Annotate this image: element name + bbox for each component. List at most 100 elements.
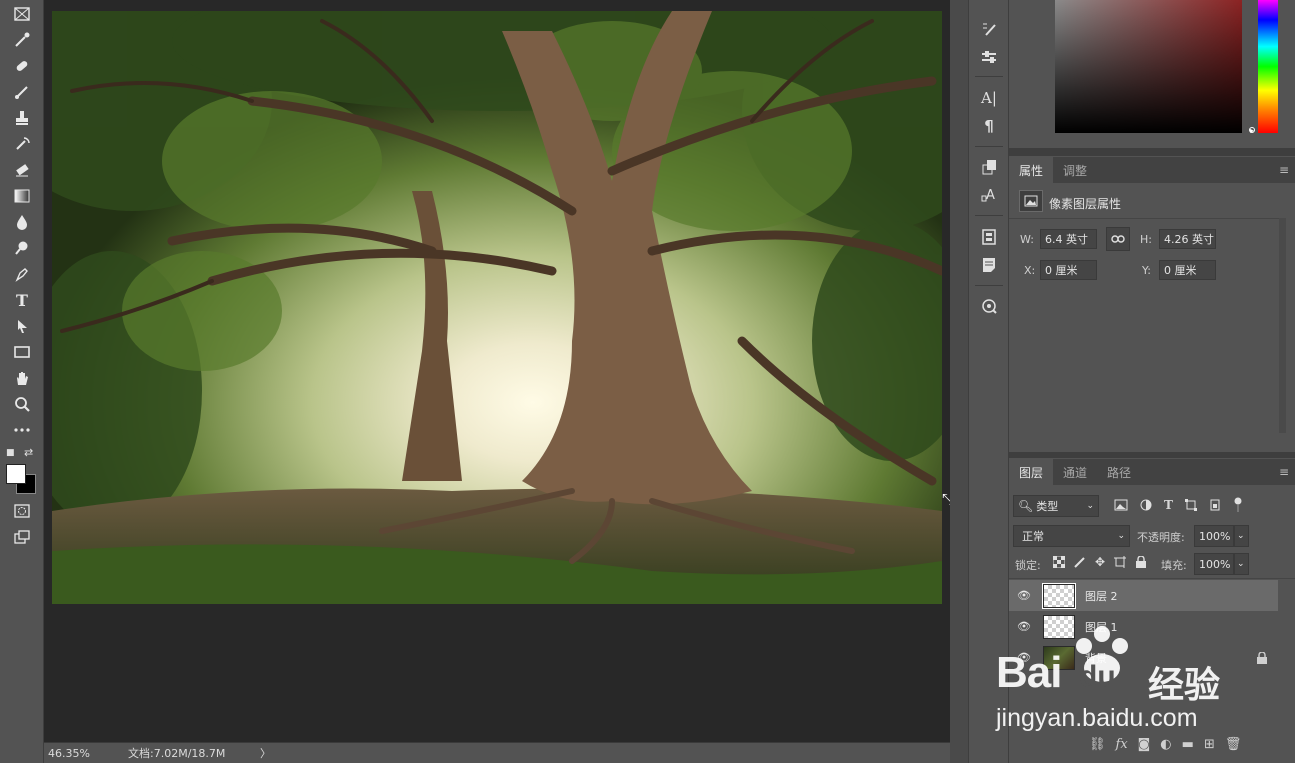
blend-mode-value: 正常 [1022,530,1044,543]
eyedropper-tool-icon[interactable] [10,29,34,51]
status-bar: 46.35% 文档:7.02M/18.7M 〉 [44,742,950,763]
screen-mode-icon[interactable] [10,526,34,548]
x-field[interactable]: 0 厘米 [1040,260,1097,280]
tab-channels[interactable]: 通道 [1053,459,1097,485]
brush-settings-icon[interactable] [978,18,1000,40]
height-field[interactable]: 4.26 英寸 [1159,229,1216,249]
swap-colors-icon[interactable]: ⇄ [24,446,33,459]
fill-dropdown-icon[interactable]: ⌄ [1234,553,1249,575]
canvas-area[interactable]: ⤡ [44,0,954,742]
tab-adjustments[interactable]: 调整 [1053,157,1097,183]
layers-menu-icon[interactable]: ≡ [1279,465,1289,479]
hue-slider[interactable] [1258,0,1278,133]
filter-type-icon[interactable]: T [1164,498,1173,512]
baidu-watermark: Bai du 经验 jingyan.baidu.com [992,620,1232,740]
document-image[interactable] [52,11,942,604]
filter-toggle-icon[interactable] [1233,497,1243,513]
document-size: 文档:7.02M/18.7M [128,747,226,760]
3d-icon[interactable] [978,295,1000,317]
filter-pixel-icon[interactable] [1114,499,1128,511]
chevron-down-icon: ⌄ [1117,531,1125,541]
lock-label: 锁定: [1015,559,1041,572]
properties-tabs: 属性 调整 ≡ [1009,157,1295,183]
chain-link-icon [1111,235,1125,243]
quick-mask-icon[interactable] [10,500,34,522]
character-styles-icon[interactable] [978,156,1000,178]
history-brush-tool-icon[interactable] [10,133,34,155]
layer-filter-icons: T [1114,497,1243,513]
healing-brush-tool-icon[interactable] [10,55,34,77]
blend-mode-select[interactable]: 正常 ⌄ [1013,525,1130,547]
frame-tool-icon[interactable] [10,3,34,25]
properties-menu-icon[interactable]: ≡ [1279,163,1289,177]
tab-layers[interactable]: 图层 [1009,459,1054,485]
layer-row[interactable]: 👁︎ 图层 2 [1009,580,1278,611]
notes-icon[interactable] [978,254,1000,276]
gradient-tool-icon[interactable] [10,185,34,207]
properties-scrollbar[interactable] [1279,218,1286,433]
libraries-icon[interactable] [978,226,1000,248]
type-tool-icon[interactable]: T [10,289,34,311]
eraser-tool-icon[interactable] [10,159,34,181]
filter-adjustment-icon[interactable] [1140,499,1152,511]
properties-title: 像素图层属性 [1049,197,1122,211]
layer-lock-icon [1257,651,1267,664]
color-picker-field[interactable] [1055,0,1242,133]
hue-slider-marker-icon[interactable]: ▸ [1250,126,1254,135]
more-tools-icon[interactable] [10,419,34,441]
y-label: Y: [1142,264,1151,277]
layer-filter-select[interactable]: 🔍︎ 类型 ⌄ [1013,495,1099,517]
link-dimensions-button[interactable] [1106,227,1130,251]
layer-thumbnail [1042,582,1076,609]
svg-text:A: A [986,188,995,203]
opacity-label: 不透明度: [1137,531,1185,544]
width-field[interactable]: 6.4 英寸 [1040,229,1097,249]
layers-tabs: 图层 通道 路径 ≡ [1009,459,1295,485]
watermark-brand2: du [1079,660,1116,693]
blur-tool-icon[interactable] [10,211,34,233]
lock-artboard-icon[interactable] [1114,556,1127,568]
dodge-tool-icon[interactable] [10,237,34,259]
tab-paths[interactable]: 路径 [1097,459,1141,485]
filter-shape-icon[interactable] [1184,499,1197,511]
paragraph-icon[interactable]: ¶ [978,115,1000,137]
foreground-color-swatch[interactable] [6,464,26,484]
x-label: X: [1024,264,1036,277]
opacity-field[interactable]: 100% [1194,525,1234,547]
fill-field[interactable]: 100% [1194,553,1234,575]
hand-tool-icon[interactable] [10,367,34,389]
lock-icons: ✥ [1053,555,1147,569]
paragraph-styles-icon[interactable]: A [978,184,1000,206]
character-icon[interactable]: A| [978,87,1000,109]
default-colors-icon[interactable]: ■ [6,448,15,458]
clone-stamp-tool-icon[interactable] [10,107,34,129]
filter-smart-object-icon[interactable] [1209,499,1221,511]
visibility-eye-icon[interactable]: 👁︎ [1009,589,1039,602]
y-field[interactable]: 0 厘米 [1159,260,1216,280]
watermark-url: jingyan.baidu.com [996,704,1198,732]
zoom-tool-icon[interactable] [10,393,34,415]
chevron-down-icon: ⌄ [1086,501,1094,511]
rectangle-tool-icon[interactable] [10,341,34,363]
status-menu-arrow[interactable]: 〉 [260,745,271,761]
width-label: W: [1020,233,1034,246]
brush-tool-icon[interactable] [10,81,34,103]
height-label: H: [1140,233,1152,246]
tools-panel: T ■ ⇄ [0,0,44,763]
fill-label: 填充: [1161,559,1187,572]
pen-tool-icon[interactable] [10,263,34,285]
zoom-level[interactable]: 46.35% [44,747,114,760]
lock-transparent-icon[interactable] [1053,556,1065,568]
adjustments-icon[interactable] [978,46,1000,68]
opacity-dropdown-icon[interactable]: ⌄ [1234,525,1249,547]
vertical-scrollbar[interactable] [950,0,968,763]
watermark-cn: 经验 [1148,665,1221,706]
layer-filter-value: 类型 [1036,500,1059,513]
tab-properties[interactable]: 属性 [1009,157,1054,183]
lock-all-icon[interactable] [1135,556,1147,568]
watermark-brand: Bai [996,648,1062,697]
layer-name[interactable]: 图层 2 [1085,588,1118,604]
lock-pixels-icon[interactable] [1074,556,1086,568]
lock-position-icon[interactable]: ✥ [1095,555,1105,569]
path-selection-tool-icon[interactable] [10,315,34,337]
